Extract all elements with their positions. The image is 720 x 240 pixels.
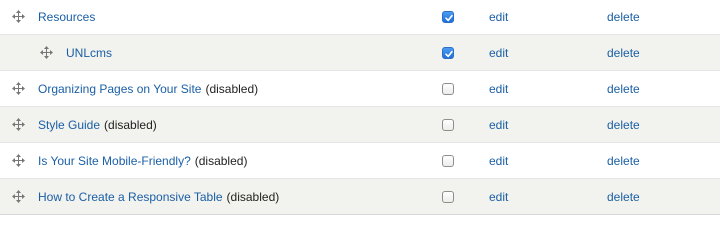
menu-item-title: Resources	[38, 0, 99, 34]
enabled-checkbox[interactable]	[442, 190, 454, 203]
menu-item-link[interactable]: Resources	[38, 10, 95, 24]
menu-item-link[interactable]: Is Your Site Mobile-Friendly?	[38, 154, 191, 168]
move-arrows-icon[interactable]	[12, 189, 25, 203]
table-row: UNLcms edit delete	[0, 35, 720, 71]
edit-link[interactable]: edit	[489, 35, 508, 70]
menu-item-link[interactable]: Style Guide	[38, 118, 100, 132]
edit-link[interactable]: edit	[489, 0, 508, 34]
edit-link[interactable]: edit	[489, 107, 508, 142]
checkmark-icon	[445, 50, 453, 57]
menu-item-title: Organizing Pages on Your Site (disabled)	[38, 71, 258, 106]
table-row: Resources edit delete	[0, 0, 720, 35]
menu-item-link[interactable]: How to Create a Responsive Table	[38, 190, 223, 204]
enabled-checkbox[interactable]	[442, 82, 454, 95]
edit-link[interactable]: edit	[489, 179, 508, 214]
status-label: (disabled)	[104, 117, 157, 132]
move-arrows-icon[interactable]	[12, 153, 25, 167]
status-label: (disabled)	[194, 153, 248, 168]
menu-item-link[interactable]: UNLcms	[66, 46, 112, 60]
menu-item-title: UNLcms	[66, 35, 116, 70]
move-arrows-icon[interactable]	[12, 10, 25, 23]
table-row: Organizing Pages on Your Site (disabled)…	[0, 71, 720, 107]
table-row: Style Guide (disabled) edit delete	[0, 107, 720, 143]
move-arrows-icon[interactable]	[12, 117, 25, 131]
menu-item-title: Is Your Site Mobile-Friendly? (disabled)	[38, 143, 247, 178]
table-row: Is Your Site Mobile-Friendly? (disabled)…	[0, 143, 720, 179]
menu-links-table: Resources edit delete UNLcms edit delete…	[0, 0, 720, 215]
delete-link[interactable]: delete	[607, 0, 640, 34]
menu-item-title: How to Create a Responsive Table (disabl…	[38, 179, 279, 214]
status-label: (disabled)	[205, 81, 259, 96]
delete-link[interactable]: delete	[607, 71, 640, 106]
enabled-checkbox[interactable]	[442, 118, 454, 131]
edit-link[interactable]: edit	[489, 143, 508, 178]
status-label: (disabled)	[226, 189, 280, 204]
delete-link[interactable]: delete	[607, 179, 640, 214]
menu-item-title: Style Guide (disabled)	[38, 107, 157, 142]
table-row: How to Create a Responsive Table (disabl…	[0, 179, 720, 215]
enabled-checkbox[interactable]	[442, 46, 454, 59]
enabled-checkbox[interactable]	[442, 154, 454, 167]
delete-link[interactable]: delete	[607, 107, 640, 142]
edit-link[interactable]: edit	[489, 71, 508, 106]
delete-link[interactable]: delete	[607, 143, 640, 178]
move-arrows-icon[interactable]	[12, 81, 25, 95]
checkmark-icon	[445, 14, 453, 22]
delete-link[interactable]: delete	[607, 35, 640, 70]
enabled-checkbox[interactable]	[442, 11, 454, 23]
menu-item-link[interactable]: Organizing Pages on Your Site	[38, 82, 201, 96]
move-arrows-icon[interactable]	[40, 45, 53, 59]
